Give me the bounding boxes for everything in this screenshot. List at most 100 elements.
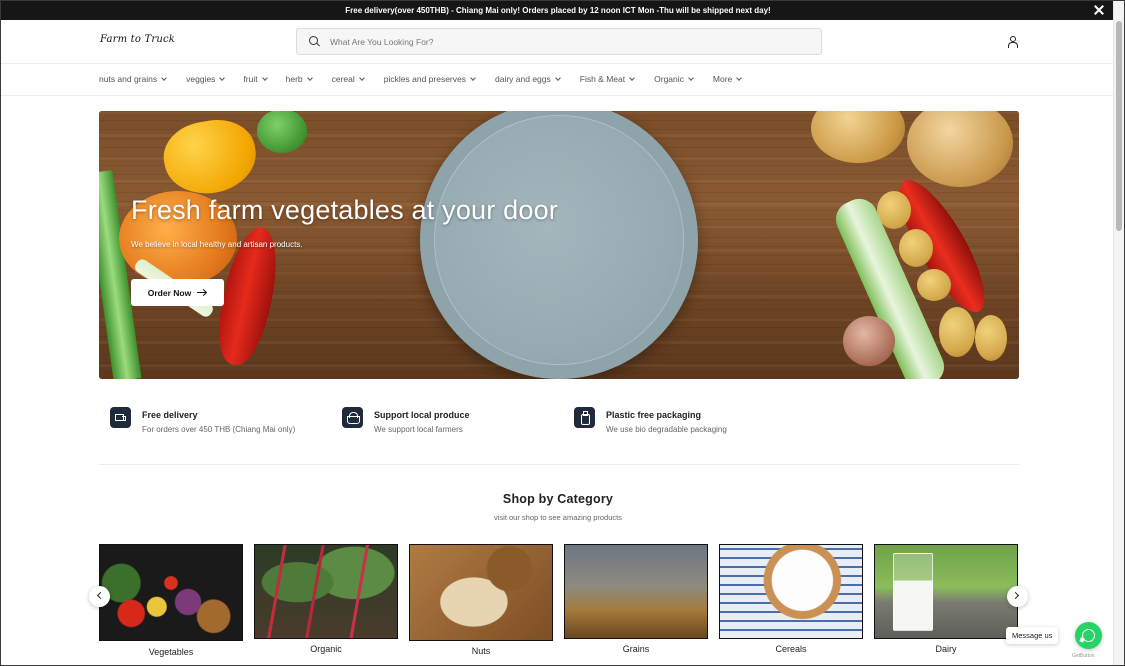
nav-item-label: Fish & Meat <box>579 74 626 84</box>
user-account-icon[interactable] <box>1007 36 1018 48</box>
nav-item-label: cereal <box>331 74 355 84</box>
hero-subtitle: We believe in local healthy and artisan … <box>131 240 303 249</box>
bottle-icon <box>574 407 595 428</box>
category-card-cereals[interactable]: Cereals <box>719 544 863 654</box>
order-now-button[interactable]: Order Now <box>131 279 224 306</box>
hero-title: Fresh farm vegetables at your door <box>131 195 559 225</box>
cereals-image[interactable] <box>719 544 863 639</box>
feature-desc: We use bio degradable packaging <box>606 425 727 434</box>
category-card-organic[interactable]: Organic <box>254 544 398 654</box>
close-icon[interactable] <box>1093 4 1105 16</box>
scrollbar-thumb[interactable] <box>1116 21 1122 231</box>
announcement-text: Free delivery(over 450THB) - Chiang Mai … <box>345 6 771 15</box>
category-label[interactable]: Organic <box>254 644 398 654</box>
arrow-right-icon <box>197 289 207 297</box>
chevron-down-icon <box>554 74 561 81</box>
nav-list: nuts and grains veggies fruit herb cerea… <box>99 74 743 84</box>
nav-item-organic[interactable]: Organic <box>654 74 694 84</box>
chevron-down-icon <box>261 74 268 81</box>
features-row: Free delivery For orders over 450 THB (C… <box>110 407 806 434</box>
nav-item-herb[interactable]: herb <box>285 74 313 84</box>
chevron-down-icon <box>470 74 476 81</box>
feature-plastic-free: Plastic free packaging We use bio degrad… <box>574 407 806 434</box>
category-card-vegetables[interactable]: Vegetables <box>99 544 243 657</box>
nav-item-fish-and-meat[interactable]: Fish & Meat <box>579 74 635 84</box>
nav-item-label: Organic <box>654 74 684 84</box>
nav-item-label: fruit <box>243 74 258 84</box>
section-divider <box>99 464 1019 465</box>
chevron-down-icon <box>629 74 635 81</box>
chevron-left-icon <box>96 591 105 600</box>
potato-image <box>917 269 951 301</box>
nuts-image[interactable] <box>409 544 553 641</box>
chevron-down-icon <box>736 74 743 81</box>
category-section-subtitle: visit our shop to see amazing products <box>494 513 622 522</box>
page-frame: Free delivery(over 450THB) - Chiang Mai … <box>0 0 1125 666</box>
announcement-bar: Free delivery(over 450THB) - Chiang Mai … <box>1 1 1115 20</box>
category-label[interactable]: Cereals <box>719 644 863 654</box>
potato-image <box>899 229 933 267</box>
category-label[interactable]: Vegetables <box>99 647 243 657</box>
potato-image <box>975 315 1007 361</box>
nav-item-dairy-and-eggs[interactable]: dairy and eggs <box>495 74 561 84</box>
grains-image[interactable] <box>564 544 708 639</box>
getbutton-credit[interactable]: GetButton <box>1072 653 1095 659</box>
organic-image[interactable] <box>254 544 398 639</box>
hero-banner: Fresh farm vegetables at your door We be… <box>99 111 1019 379</box>
feature-title: Plastic free packaging <box>606 410 702 420</box>
search-icon[interactable] <box>309 36 320 47</box>
nav-item-veggies[interactable]: veggies <box>186 74 226 84</box>
basket-icon <box>342 407 363 428</box>
category-card-nuts[interactable]: Nuts <box>409 544 553 656</box>
nav-item-pickles-and-preserves[interactable]: pickles and preserves <box>383 74 476 84</box>
nav-item-fruit[interactable]: fruit <box>243 74 268 84</box>
site-logo[interactable]: Farm to Truck <box>100 34 175 45</box>
whatsapp-chat-button[interactable] <box>1075 622 1102 649</box>
whatsapp-icon <box>1082 629 1095 642</box>
nav-item-label: herb <box>285 74 303 84</box>
lime-image <box>257 111 307 153</box>
feature-support-local: Support local produce We support local f… <box>342 407 574 434</box>
shallot-image <box>843 316 895 366</box>
feature-desc: For orders over 450 THB (Chiang Mai only… <box>142 425 296 434</box>
category-label[interactable]: Grains <box>564 644 708 654</box>
category-label[interactable]: Dairy <box>874 644 1018 654</box>
page-scrollbar[interactable] <box>1113 1 1124 665</box>
category-section-title: Shop by Category <box>502 492 614 506</box>
nav-item-nuts-and-grains[interactable]: nuts and grains <box>99 74 167 84</box>
feature-title: Support local produce <box>374 410 470 420</box>
nav-item-cereal[interactable]: cereal <box>331 74 365 84</box>
feature-text: Plastic free packaging We use bio degrad… <box>606 407 727 434</box>
category-card-dairy[interactable]: Dairy <box>874 544 1018 654</box>
carousel-next-button[interactable] <box>1007 586 1028 607</box>
category-nav: nuts and grains veggies fruit herb cerea… <box>1 64 1115 96</box>
nav-item-label: veggies <box>186 74 216 84</box>
chevron-down-icon <box>219 74 226 81</box>
chevron-down-icon <box>306 74 313 81</box>
message-us-label[interactable]: Message us <box>1006 627 1059 644</box>
plate-center <box>434 115 684 365</box>
chevron-down-icon <box>688 74 694 81</box>
chevron-down-icon <box>358 74 365 81</box>
feature-free-delivery: Free delivery For orders over 450 THB (C… <box>110 407 342 434</box>
order-now-label: Order Now <box>147 287 192 298</box>
milk-glass-image <box>893 553 933 631</box>
carousel-prev-button[interactable] <box>89 586 110 607</box>
feature-text: Support local produce We support local f… <box>374 407 470 434</box>
chevron-right-icon <box>1011 591 1020 600</box>
nav-item-label: dairy and eggs <box>495 74 551 84</box>
plate-image <box>420 111 698 379</box>
potato-image <box>939 307 975 357</box>
category-card-grains[interactable]: Grains <box>564 544 708 654</box>
nav-item-label: More <box>712 74 733 84</box>
nav-item-more[interactable]: More <box>712 74 743 84</box>
category-label[interactable]: Nuts <box>409 646 553 656</box>
dairy-image[interactable] <box>874 544 1018 639</box>
chevron-down-icon <box>161 74 167 81</box>
search-bar[interactable] <box>296 28 822 55</box>
search-input[interactable] <box>330 36 790 47</box>
nav-item-label: nuts and grains <box>99 74 158 84</box>
nav-item-label: pickles and preserves <box>383 74 466 84</box>
vegetables-image[interactable] <box>99 544 243 641</box>
truck-icon <box>110 407 131 428</box>
